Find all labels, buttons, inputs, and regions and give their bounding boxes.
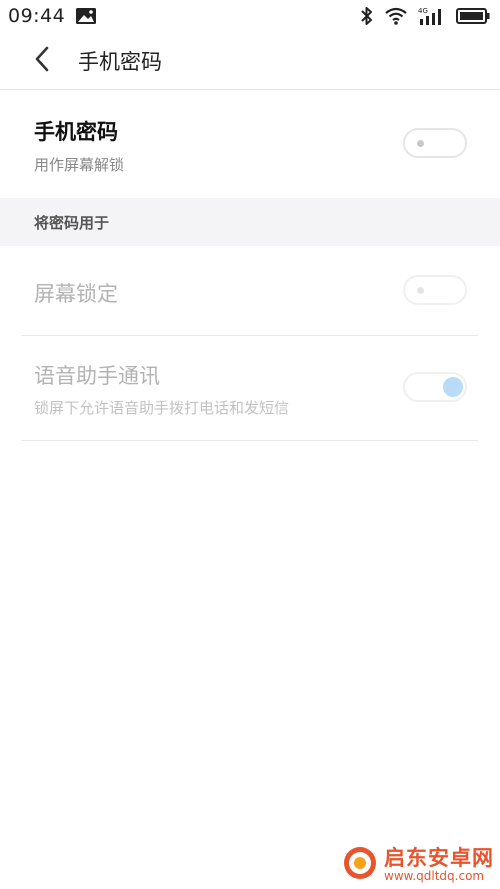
battery-icon [456, 7, 490, 25]
section-title: 将密码用于 [34, 213, 110, 232]
setting-phone-password[interactable]: 手机密码 用作屏幕解锁 [0, 90, 500, 198]
wifi-icon [384, 7, 408, 25]
header: 手机密码 [0, 32, 500, 90]
setting-screen-lock[interactable]: 屏幕锁定 [0, 246, 500, 335]
status-left: 09:44 [8, 5, 97, 27]
setting-voice-assistant[interactable]: 语音助手通讯 锁屏下允许语音助手拨打电话和发短信 [0, 336, 500, 440]
status-time: 09:44 [8, 5, 66, 27]
bluetooth-icon [360, 6, 374, 26]
section-header: 将密码用于 [0, 198, 500, 246]
setting-title: 屏幕锁定 [34, 282, 118, 306]
status-bar: 09:44 4G [0, 0, 500, 32]
toggle-knob [443, 377, 463, 397]
phone-password-toggle[interactable] [403, 128, 467, 158]
watermark-logo-icon [342, 845, 378, 885]
signal-icon: 4G [418, 6, 446, 26]
image-notification-icon [75, 7, 97, 25]
watermark-name: 启东安卓网 [384, 845, 494, 870]
voice-assistant-toggle[interactable] [403, 372, 467, 402]
setting-subtitle: 用作屏幕解锁 [34, 156, 125, 174]
network-type-label: 4G [418, 7, 428, 15]
setting-title: 语音助手通讯 [34, 364, 160, 388]
setting-subtitle: 锁屏下允许语音助手拨打电话和发短信 [34, 399, 290, 417]
watermark: 启东安卓网 www.qdltdq.com [342, 845, 494, 885]
chevron-left-icon [34, 46, 50, 76]
back-button[interactable] [22, 41, 62, 81]
toggle-knob [417, 139, 424, 147]
toggle-knob [417, 286, 424, 294]
watermark-text: 启东安卓网 www.qdltdq.com [384, 845, 494, 883]
screen-lock-toggle[interactable] [403, 275, 467, 305]
watermark-url: www.qdltdq.com [384, 868, 485, 883]
divider [22, 440, 478, 441]
page-title: 手机密码 [78, 49, 162, 74]
status-right: 4G [360, 6, 490, 26]
setting-title: 手机密码 [34, 120, 118, 144]
